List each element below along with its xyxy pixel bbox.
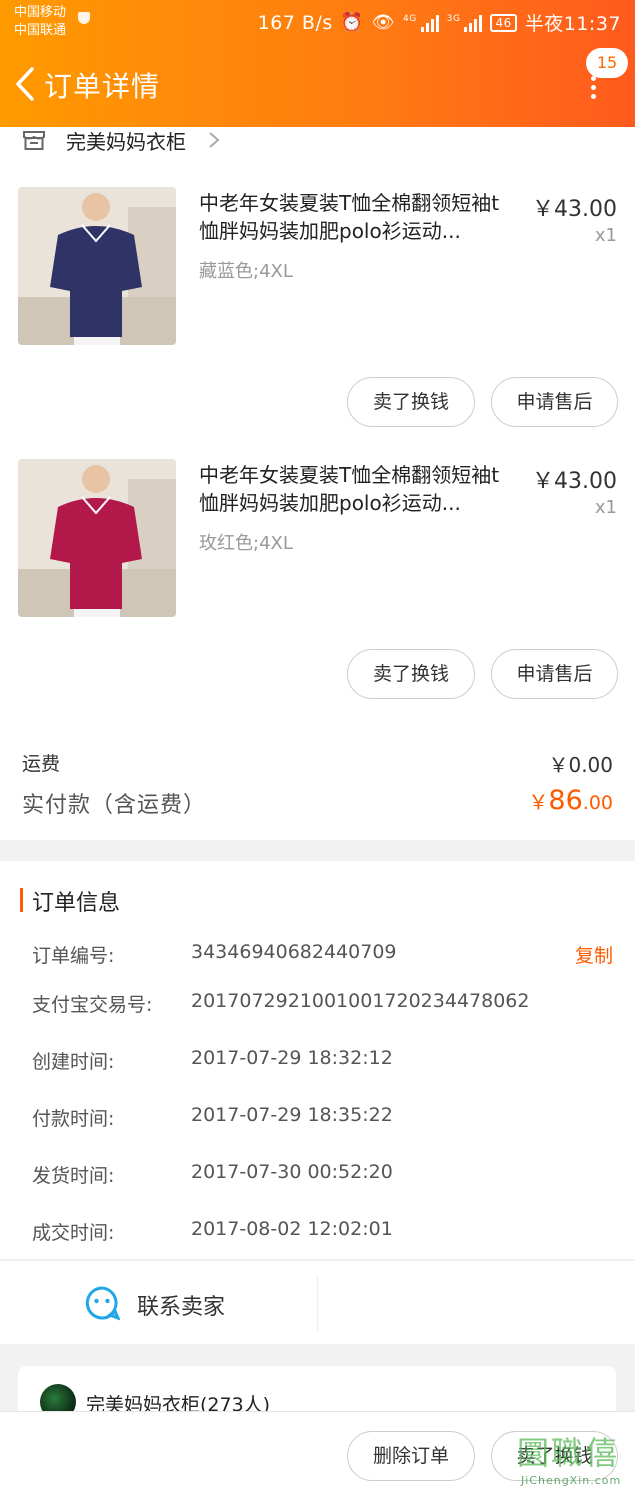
shipping-label: 运费 <box>22 753 61 775</box>
info-value: 34346940682440709 <box>191 941 397 963</box>
contact-seller-button[interactable]: 联系卖家 <box>137 1289 225 1321</box>
carrier-info: 中国移动 中国联通 <box>14 4 66 40</box>
product-item[interactable]: 中老年女装夏装T恤全棉翻领短袖t恤胖妈妈装加肥polo衫运动... ￥43.00… <box>0 459 635 749</box>
status-bar: 中国移动 中国联通 167 B/s ⏰ 👁 4G 3G 46 半夜11:37 <box>0 0 635 44</box>
order-info-section: 订单信息 复制 订单编号: 34346940682440709 支付宝交易号: … <box>0 861 635 1259</box>
info-value: 2017-07-29 18:32:12 <box>191 1047 393 1069</box>
chevron-right-icon <box>209 132 220 148</box>
net-type-1: 4G <box>403 13 417 24</box>
info-row-paid: 付款时间: 2017-07-29 18:35:22 <box>32 1104 612 1132</box>
paid-currency: ￥ <box>528 790 549 814</box>
info-key: 成交时间: <box>32 1222 115 1244</box>
status-right: 167 B/s ⏰ 👁 4G 3G 46 半夜11:37 <box>258 9 621 36</box>
info-row-shipped: 发货时间: 2017-07-30 00:52:20 <box>32 1161 612 1189</box>
product-quantity: x1 <box>594 497 617 518</box>
battery-icon: 46 <box>490 13 517 32</box>
info-key: 支付宝交易号: <box>32 994 153 1016</box>
back-arrow-icon[interactable] <box>14 66 36 102</box>
product-sku: 玫红色;4XL <box>199 533 293 554</box>
info-key: 订单编号: <box>32 945 115 967</box>
delete-order-button[interactable]: 删除订单 <box>347 1431 475 1481</box>
product-thumbnail[interactable] <box>18 459 176 617</box>
more-menu-icon[interactable] <box>582 76 604 104</box>
paid-integer: 86 <box>548 785 583 816</box>
page-title: 订单详情 <box>44 70 161 103</box>
info-row-order-number: 订单编号: 34346940682440709 <box>32 941 612 969</box>
paid-decimal: .00 <box>582 792 613 814</box>
product-item[interactable]: 中老年女装夏装T恤全棉翻领短袖t恤胖妈妈装加肥polo衫运动... ￥43.00… <box>0 187 635 477</box>
info-value: 2017072921001001720234478062 <box>191 990 530 1012</box>
product-price: ￥43.00 <box>532 469 617 494</box>
clock: 半夜11:37 <box>524 13 621 35</box>
carrier-2: 中国联通 <box>14 23 67 38</box>
info-key: 付款时间: <box>32 1108 115 1130</box>
chat-bubble-icon[interactable] <box>84 1285 120 1321</box>
info-key: 发货时间: <box>32 1165 115 1187</box>
product-title[interactable]: 中老年女装夏装T恤全棉翻领短袖t恤胖妈妈装加肥polo衫运动... <box>199 189 519 245</box>
info-row-created: 创建时间: 2017-07-29 18:32:12 <box>32 1047 612 1075</box>
info-value: 2017-07-29 18:35:22 <box>191 1104 393 1126</box>
watermark-logo: 圜職僖 <box>517 1434 620 1472</box>
product-thumbnail[interactable] <box>18 187 176 345</box>
info-key: 创建时间: <box>32 1051 115 1073</box>
product-quantity: x1 <box>594 225 617 246</box>
watermark-url: JiChengXin.com <box>521 1474 622 1487</box>
eye-icon: 👁 <box>371 12 396 33</box>
resell-button[interactable]: 卖了换钱 <box>347 649 475 699</box>
after-sale-button[interactable]: 申请售后 <box>491 377 618 427</box>
product-title[interactable]: 中老年女装夏装T恤全棉翻领短袖t恤胖妈妈装加肥polo衫运动... <box>199 461 519 517</box>
order-card: 完美妈妈衣柜 中老年女装夏装T恤全棉翻领短袖t恤胖妈妈装加肥polo衫运动...… <box>0 127 635 840</box>
network-speed: 167 B/s <box>257 11 333 34</box>
alarm-icon: ⏰ <box>340 12 364 33</box>
store-icon <box>23 131 45 150</box>
net-type-2: 3G <box>446 13 461 24</box>
shop-name: 完美妈妈衣柜 <box>66 129 186 154</box>
info-row-completed: 成交时间: 2017-08-02 12:02:01 <box>32 1218 612 1246</box>
watermark: 圜職僖 JiChengXin.com <box>511 1424 629 1496</box>
shop-row[interactable]: 完美妈妈衣柜 <box>22 127 220 154</box>
app-header: 中国移动 中国联通 167 B/s ⏰ 👁 4G 3G 46 半夜11:37 订… <box>0 0 635 127</box>
info-value: 2017-08-02 12:02:01 <box>191 1218 393 1240</box>
after-sale-button[interactable]: 申请售后 <box>491 649 618 699</box>
paid-amount: ￥86.00 <box>528 785 613 816</box>
resell-button[interactable]: 卖了换钱 <box>347 377 475 427</box>
section-accent-bar <box>20 888 23 912</box>
divider <box>317 1275 318 1331</box>
notification-badge: 15 <box>586 48 628 78</box>
shipping-value: ￥0.00 <box>548 753 613 777</box>
contact-seller-row: 联系卖家 <box>0 1260 635 1344</box>
carrier-1: 中国移动 <box>14 5 67 20</box>
info-row-alipay-number: 支付宝交易号: 2017072921001001720234478062 <box>32 990 612 1018</box>
signal-4g-icon: 4G <box>403 14 439 32</box>
shield-icon <box>78 12 90 24</box>
info-value: 2017-07-30 00:52:20 <box>191 1161 393 1183</box>
order-info-title: 订单信息 <box>32 891 121 916</box>
signal-3g-icon: 3G <box>447 14 483 32</box>
paid-label: 实付款（含运费） <box>22 793 207 818</box>
product-price: ￥43.00 <box>532 197 617 222</box>
product-sku: 藏蓝色;4XL <box>199 261 293 282</box>
